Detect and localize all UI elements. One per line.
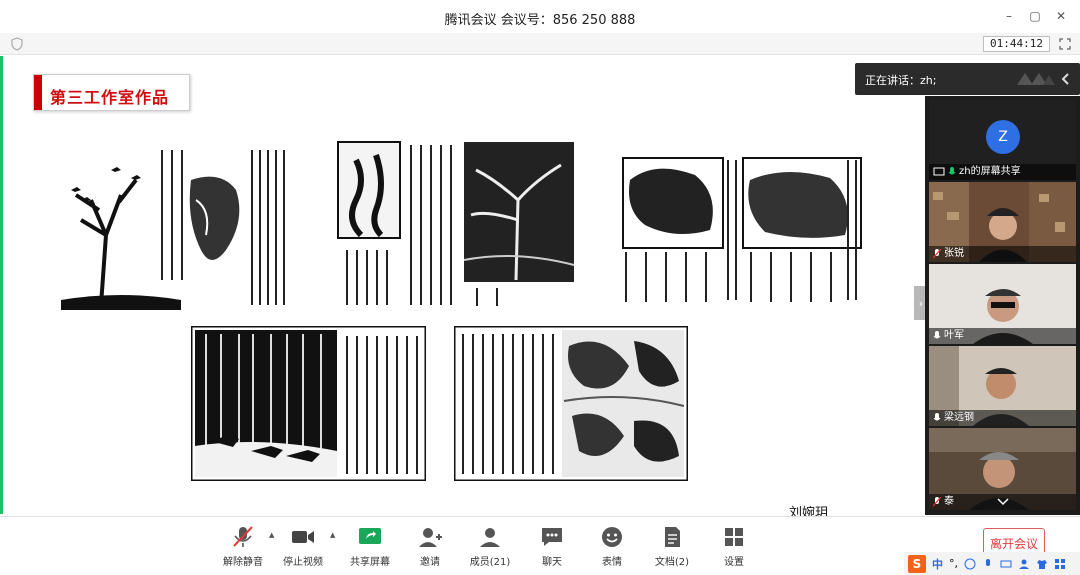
- meeting-timer: 01:44:12: [983, 36, 1050, 52]
- mic-muted-icon: [933, 497, 941, 507]
- participant-name: 泰: [944, 496, 954, 507]
- shirt-icon[interactable]: [1036, 558, 1048, 570]
- participant-panel: Z zh的屏幕共享 张锐 叶军 梁远钢 泰: [925, 96, 1080, 515]
- title-bar: 腾讯会议 会议号：856 250 888 – ▢ ✕: [0, 0, 1080, 32]
- participant-name: 张锐: [944, 248, 964, 259]
- artwork-sheep: [615, 140, 870, 310]
- chat-button[interactable]: 聊天: [524, 525, 580, 568]
- window-controls: – ▢ ✕: [998, 6, 1072, 26]
- participant-tile-video[interactable]: 泰: [929, 428, 1076, 510]
- participant-name-bar: 泰: [929, 494, 1076, 510]
- invite-icon: [419, 528, 442, 547]
- slide-title: 第三工作室作品: [50, 88, 170, 107]
- video-options-caret-icon[interactable]: ▲: [330, 531, 335, 539]
- settings-icon: [725, 528, 743, 546]
- collapse-arrow-icon[interactable]: [1058, 71, 1074, 87]
- members-icon: [480, 528, 500, 547]
- participant-tile-video[interactable]: 叶军: [929, 264, 1076, 344]
- ime-punctuation[interactable]: °,: [949, 557, 958, 570]
- participant-name: zh的屏幕共享: [959, 166, 1021, 177]
- participant-name: 梁远钢: [944, 412, 974, 423]
- participant-name-bar: 张锐: [929, 246, 1076, 262]
- settings-button[interactable]: 设置: [706, 525, 762, 568]
- keyboard-icon[interactable]: [1000, 558, 1012, 570]
- participant-tile-screen[interactable]: Z zh的屏幕共享: [929, 100, 1076, 180]
- emoji-icon[interactable]: [964, 558, 976, 570]
- settings-label: 设置: [724, 557, 744, 568]
- avatar: Z: [986, 120, 1020, 154]
- mic-icon[interactable]: [982, 558, 994, 570]
- maximize-button[interactable]: ▢: [1024, 6, 1046, 26]
- title-accent-bar: [34, 75, 42, 110]
- participant-tile-video[interactable]: 张锐: [929, 182, 1076, 262]
- speaking-indicator: 正在讲话：zh;: [855, 63, 1080, 95]
- grid-icon[interactable]: [1054, 558, 1066, 570]
- share-screen-button[interactable]: 共享屏幕: [342, 525, 398, 568]
- document-icon: [665, 527, 680, 547]
- participant-name-bar: 叶军: [929, 328, 1076, 344]
- stop-video-label: 停止视频: [283, 557, 323, 568]
- meeting-info-bar: 01:44:12: [0, 33, 1080, 55]
- emoji-icon: [602, 527, 622, 547]
- chevron-down-icon[interactable]: [997, 498, 1009, 506]
- mic-icon: [933, 413, 941, 421]
- members-label: 成员(21): [469, 557, 511, 568]
- participant-name-bar: 梁远钢: [929, 410, 1076, 426]
- mic-active-icon: [948, 167, 956, 175]
- share-screen-label: 共享屏幕: [350, 557, 390, 568]
- meeting-window: 腾讯会议 会议号：856 250 888 – ▢ ✕ 01:44:12 第三工作…: [0, 0, 1080, 575]
- tencent-meeting-logo-icon: [1017, 73, 1055, 85]
- camera-icon: [292, 531, 314, 543]
- mic-icon: [933, 331, 941, 339]
- minimize-button[interactable]: –: [998, 6, 1020, 26]
- artwork-crow-tree: [61, 140, 289, 310]
- documents-label: 文档(2): [654, 557, 690, 568]
- mic-muted-icon: [233, 526, 253, 547]
- unmute-label: 解除静音: [223, 557, 263, 568]
- share-screen-icon: [359, 528, 381, 544]
- members-button[interactable]: 成员(21): [462, 525, 518, 568]
- slide-title-box: 第三工作室作品: [33, 74, 190, 111]
- ime-language[interactable]: 中: [932, 556, 943, 572]
- emoji-label: 表情: [602, 557, 622, 568]
- screen-share-icon: [933, 167, 945, 176]
- chat-label: 聊天: [542, 557, 562, 568]
- user-icon[interactable]: [1018, 558, 1030, 570]
- sogou-logo-icon[interactable]: S: [908, 554, 926, 573]
- mic-muted-icon: [933, 249, 941, 259]
- close-button[interactable]: ✕: [1050, 6, 1072, 26]
- emoji-button[interactable]: 表情: [584, 525, 640, 568]
- invite-button[interactable]: 邀请: [402, 525, 458, 568]
- fullscreen-icon[interactable]: [1058, 37, 1072, 51]
- chat-icon: [542, 528, 562, 546]
- documents-button[interactable]: 文档(2): [644, 525, 700, 568]
- artwork-forest-wolves: [191, 326, 426, 481]
- participant-tile-video[interactable]: 梁远钢: [929, 346, 1076, 426]
- artwork-swimmers: [454, 326, 688, 481]
- audio-options-caret-icon[interactable]: ▲: [269, 531, 274, 539]
- participant-name-bar: zh的屏幕共享: [929, 164, 1076, 180]
- speaking-label: 正在讲话：zh;: [865, 74, 937, 87]
- shared-screen: 第三工作室作品 刘婉玥 ›: [0, 56, 928, 521]
- ime-toolbar: S 中 °,: [904, 552, 1080, 575]
- invite-label: 邀请: [420, 557, 440, 568]
- unmute-button[interactable]: 解除静音: [215, 525, 271, 568]
- window-title: 腾讯会议 会议号：856 250 888: [444, 13, 636, 28]
- artwork-dancers: [336, 140, 576, 310]
- stop-video-button[interactable]: 停止视频: [275, 525, 331, 568]
- shield-icon[interactable]: [10, 37, 24, 51]
- participant-name: 叶军: [944, 330, 964, 341]
